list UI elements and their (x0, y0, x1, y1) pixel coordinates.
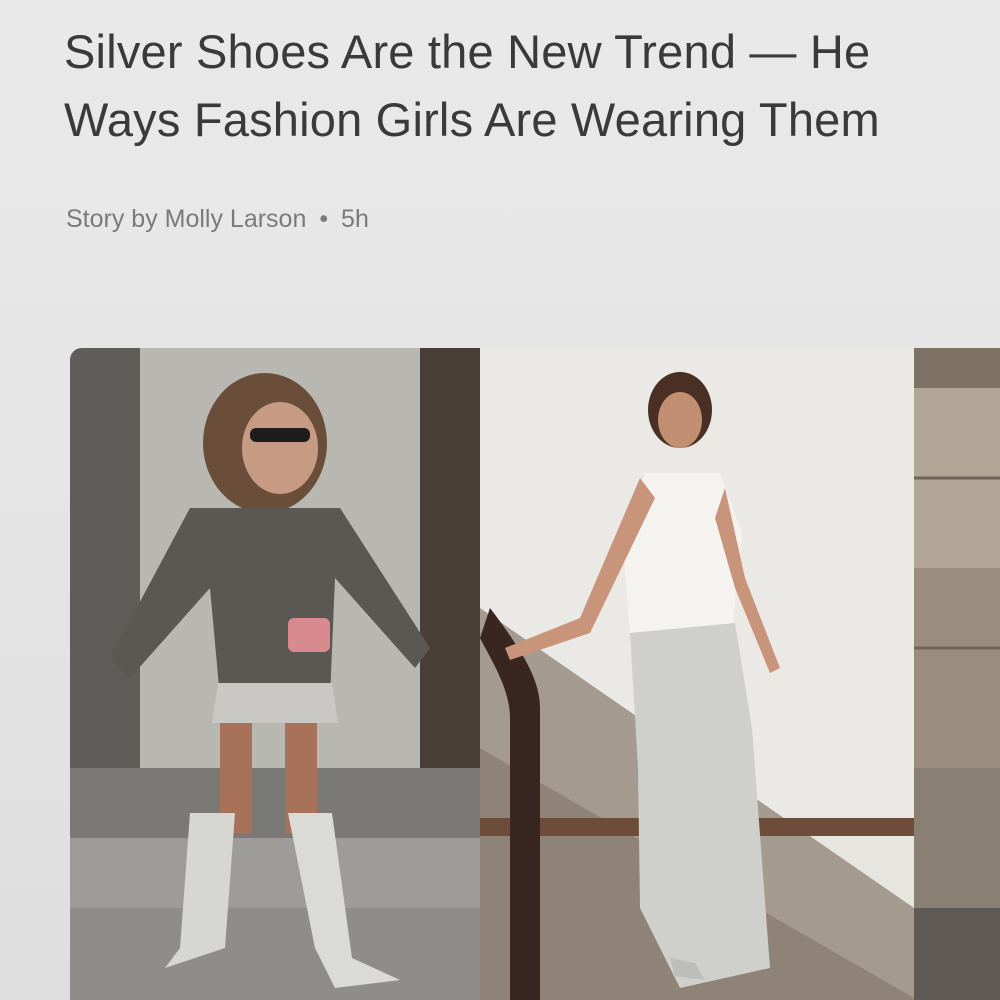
byline-author[interactable]: Story by Molly Larson (66, 205, 306, 233)
street-style-photo (70, 348, 480, 1000)
headline-line-2: Ways Fashion Girls Are Wearing Them (64, 93, 880, 146)
article-page: Silver Shoes Are the New Trend — He Ways… (0, 0, 1000, 1000)
gallery-image-3[interactable] (914, 348, 1000, 1000)
byline: Story by Molly Larson • 5h (66, 205, 369, 234)
article-headline[interactable]: Silver Shoes Are the New Trend — He Ways… (64, 18, 1000, 154)
image-gallery[interactable] (70, 348, 1000, 1000)
byline-time: 5h (341, 205, 369, 233)
white-outfit-photo (480, 348, 914, 1000)
gallery-image-1[interactable] (70, 348, 480, 1000)
byline-separator: • (319, 205, 329, 233)
headline-line-1: Silver Shoes Are the New Trend — He (64, 25, 871, 78)
gallery-image-2[interactable] (480, 348, 914, 1000)
partial-photo (914, 348, 1000, 1000)
